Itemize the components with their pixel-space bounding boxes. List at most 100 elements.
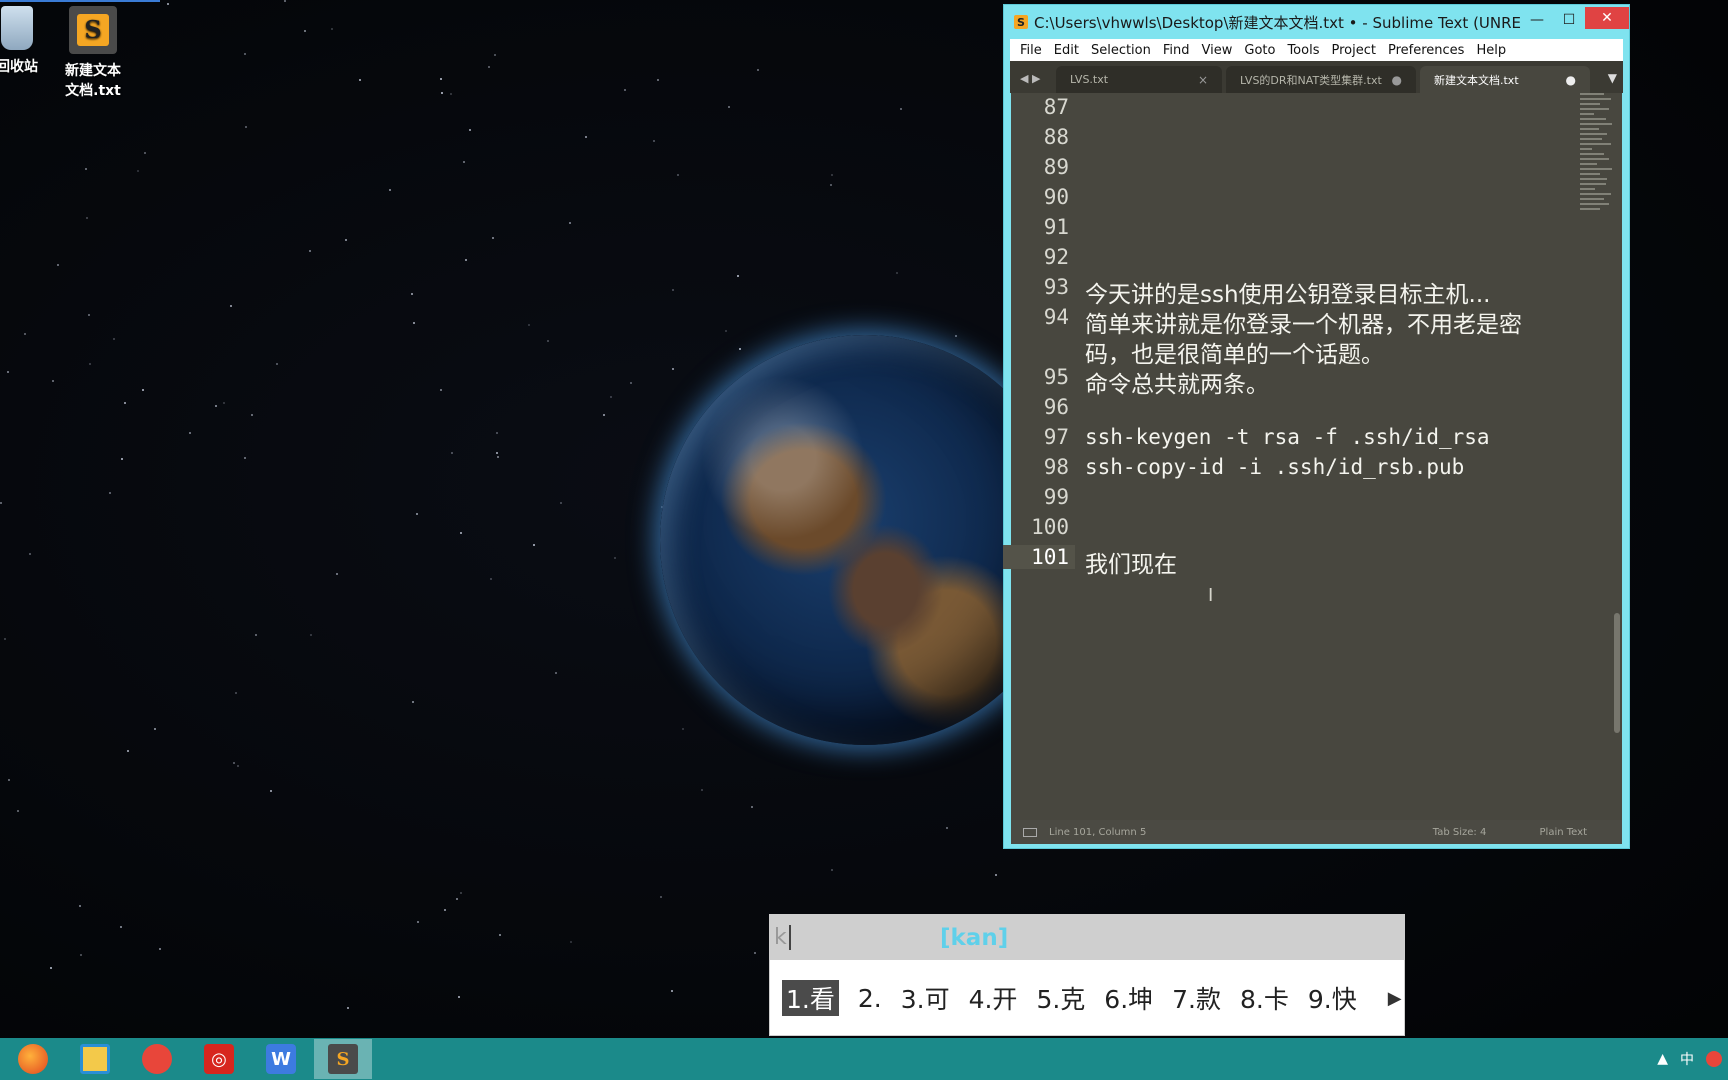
star [243, 456, 246, 459]
netease-music-icon: ◎ [204, 1044, 234, 1074]
star [412, 701, 415, 704]
line-number-current: 101 [1003, 545, 1075, 569]
ime-candidate[interactable]: 4.开 [969, 980, 1018, 1016]
editor-area[interactable]: 87 88 89 90 91 92 93 94 95 96 97 98 99 1… [1003, 93, 1622, 820]
star [602, 413, 605, 416]
firefox-icon [18, 1044, 48, 1074]
taskbar-file-manager[interactable] [66, 1039, 124, 1079]
ime-candidate[interactable]: 6.坤 [1104, 980, 1153, 1016]
menu-tools[interactable]: Tools [1283, 43, 1327, 58]
tab-lvs-dr-nat[interactable]: LVS的DR和NAT类型集群.txt ● [1226, 66, 1416, 93]
ime-candidate[interactable]: 7.款 [1172, 980, 1221, 1016]
star [737, 274, 740, 277]
star [440, 77, 443, 80]
star [738, 347, 741, 350]
star [56, 264, 59, 267]
taskbar-netease-music[interactable]: ◎ [190, 1039, 248, 1079]
code-line: ssh-keygen -t rsa -f .ssh/id_rsa [1085, 425, 1490, 449]
tab-bar: ◀ ▶ LVS.txt × LVS的DR和NAT类型集群.txt ● 新建文本文… [1010, 61, 1623, 93]
star [245, 125, 248, 128]
star [270, 789, 273, 792]
star [681, 728, 684, 731]
star [141, 389, 144, 392]
taskbar-sublime-text[interactable]: S [314, 1039, 372, 1079]
sublime-file-icon: S [69, 6, 117, 54]
star [495, 452, 498, 454]
close-button[interactable]: ✕ [1585, 7, 1629, 29]
desktop-icon-text-file[interactable]: S 新建文本 文档.txt [48, 6, 138, 100]
tab-size-indicator[interactable]: Tab Size: 4 [1433, 827, 1487, 838]
tab-lvs[interactable]: LVS.txt × [1056, 66, 1222, 93]
minimap[interactable] [1580, 93, 1614, 343]
star [154, 728, 157, 731]
tab-new-text-doc[interactable]: 新建文本文档.txt ● [1420, 66, 1590, 93]
star [830, 183, 833, 186]
star [78, 905, 81, 908]
system-tray: ▲ 中 [1657, 1038, 1728, 1080]
menu-find[interactable]: Find [1159, 43, 1198, 58]
tab-dropdown-icon[interactable]: ▼ [1608, 71, 1617, 85]
star [724, 329, 727, 332]
ime-candidate[interactable]: 9.快 [1308, 980, 1357, 1016]
ime-candidate[interactable]: 2. [858, 984, 882, 1013]
ime-candidate[interactable]: 8.卡 [1240, 980, 1289, 1016]
menu-file[interactable]: File [1016, 43, 1050, 58]
star [120, 925, 123, 928]
star [496, 456, 499, 459]
star [335, 573, 338, 576]
vertical-scrollbar[interactable] [1614, 613, 1620, 733]
star [945, 826, 948, 829]
star [569, 221, 572, 224]
star [900, 107, 903, 110]
star [570, 941, 573, 944]
sogou-ime-icon[interactable] [1706, 1051, 1722, 1067]
title-bar[interactable]: S C:\Users\vhwwls\Desktop\新建文本文档.txt • -… [1004, 5, 1629, 39]
tab-scroll-arrows-icon[interactable]: ◀ ▶ [1010, 72, 1056, 93]
star [223, 401, 226, 404]
maximize-button[interactable]: ☐ [1553, 5, 1585, 39]
menu-project[interactable]: Project [1327, 43, 1383, 58]
text-line-wrapped: 码，也是很简单的一个话题。 [1085, 342, 1384, 368]
star [143, 151, 146, 154]
star [652, 140, 655, 143]
ime-candidate[interactable]: 5.克 [1036, 980, 1085, 1016]
ime-candidate[interactable]: 3.可 [901, 980, 950, 1016]
recycle-bin-icon [1, 6, 33, 50]
star [255, 633, 258, 636]
star [464, 258, 467, 261]
taskbar-wps-writer[interactable]: W [252, 1039, 310, 1079]
ime-candidate[interactable]: 1.看 [782, 980, 839, 1016]
tab-dirty-icon[interactable]: ● [1392, 73, 1402, 87]
star [496, 432, 499, 434]
star [0, 501, 3, 504]
star [560, 501, 563, 504]
star [235, 692, 238, 695]
menu-preferences[interactable]: Preferences [1384, 43, 1472, 58]
tab-close-icon[interactable]: × [1198, 73, 1208, 87]
menu-help[interactable]: Help [1472, 43, 1514, 58]
taskbar-firefox[interactable] [4, 1039, 62, 1079]
menu-edit[interactable]: Edit [1050, 43, 1087, 58]
menu-goto[interactable]: Goto [1240, 43, 1283, 58]
minimize-button[interactable]: — [1521, 5, 1553, 39]
line-number: 89 [1043, 155, 1069, 179]
star [3, 638, 6, 641]
star [8, 778, 11, 781]
star [753, 952, 756, 955]
menu-selection[interactable]: Selection [1087, 43, 1159, 58]
star [554, 671, 557, 674]
star [994, 873, 997, 876]
star [7, 370, 9, 373]
taskbar-app-red-fish[interactable] [128, 1039, 186, 1079]
ime-next-page-arrow-icon[interactable]: ▶ [1388, 988, 1402, 1009]
tab-dirty-icon[interactable]: ● [1566, 73, 1576, 87]
star [494, 53, 497, 56]
tab-label: LVS.txt [1070, 73, 1109, 86]
ime-indicator[interactable]: 中 [1680, 1049, 1694, 1069]
star [527, 324, 530, 327]
tray-chevron-icon[interactable]: ▲ [1657, 1051, 1668, 1067]
menu-view[interactable]: View [1198, 43, 1241, 58]
line-number: 91 [1043, 215, 1069, 239]
panel-toggle-icon[interactable] [1023, 827, 1037, 837]
syntax-indicator[interactable]: Plain Text [1540, 827, 1587, 838]
